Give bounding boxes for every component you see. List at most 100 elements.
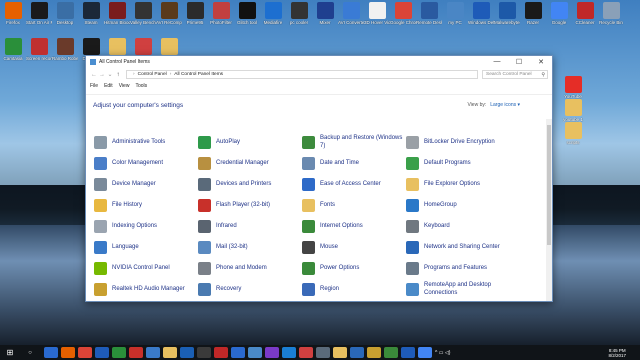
taskbar-app-icon[interactable] (129, 347, 143, 358)
taskbar-app-icon[interactable] (418, 347, 432, 358)
taskbar-app-icon[interactable] (401, 347, 415, 358)
desktop-icon[interactable]: my PC (442, 2, 468, 25)
menu-file[interactable]: File (90, 83, 98, 89)
scrollbar-thumb[interactable] (547, 125, 551, 245)
vertical-scrollbar[interactable] (546, 119, 552, 301)
search-input[interactable]: Search Control Panel ⚲ (482, 70, 548, 79)
control-panel-item[interactable]: Fonts (302, 195, 406, 216)
title-bar[interactable]: All Control Panel Items — ☐ ✕ (86, 56, 552, 68)
desktop-icon[interactable]: Prime95 (182, 2, 208, 25)
taskbar-app-icon[interactable] (333, 347, 347, 358)
desktop-icon[interactable]: YouTube (560, 76, 586, 99)
control-panel-item[interactable]: Mouse (302, 237, 406, 258)
desktop-icon[interactable]: Camtasia (0, 38, 26, 61)
control-panel-item[interactable]: Realtek HD Audio Manager (94, 279, 198, 300)
clock[interactable]: 8:45 PM 8/2/2017 (608, 348, 640, 358)
start-button[interactable]: ⊞ (0, 348, 20, 357)
control-panel-item[interactable]: Backup and Restore (Windows 7) (302, 132, 406, 153)
desktop-icon[interactable]: Desktop (52, 2, 78, 25)
taskbar-app-icon[interactable] (95, 347, 109, 358)
control-panel-item[interactable]: NVIDIA Control Panel (94, 258, 198, 279)
desktop-icon[interactable]: Steam (78, 2, 104, 25)
control-panel-item[interactable]: Device Manager (94, 174, 198, 195)
taskbar-app-icon[interactable] (350, 347, 364, 358)
taskbar-app-icon[interactable] (146, 347, 160, 358)
desktop-icon[interactable]: Remote Desktop (416, 2, 442, 25)
control-panel-item[interactable]: Default Programs (406, 153, 510, 174)
breadcrumb-control-panel[interactable]: Control Panel (138, 72, 167, 77)
taskbar-app-icon[interactable] (265, 347, 279, 358)
control-panel-item[interactable]: Devices and Printers (198, 174, 302, 195)
taskbar-app-icon[interactable] (231, 347, 245, 358)
back-arrow-icon[interactable]: ← (90, 72, 98, 78)
desktop-icon[interactable]: Google Chrome (390, 2, 416, 25)
desktop-icon[interactable]: Firefox (0, 2, 26, 25)
desktop-icon[interactable]: Screen recorder (26, 38, 52, 61)
control-panel-item[interactable]: Internet Options (302, 216, 406, 237)
minimize-button[interactable]: — (486, 58, 508, 66)
control-panel-item[interactable]: File Explorer Options (406, 174, 510, 195)
desktop-icon[interactable]: 3D Hover Video Maker (364, 2, 390, 25)
control-panel-item[interactable]: Region (302, 279, 406, 300)
control-panel-item[interactable]: BitLocker Drive Encryption (406, 132, 510, 153)
taskbar-app-icon[interactable] (61, 347, 75, 358)
control-panel-item[interactable]: Indexing Options (94, 216, 198, 237)
desktop-icon[interactable]: Malwarebytes (494, 2, 520, 25)
taskbar-app-icon[interactable] (78, 347, 92, 358)
up-arrow-icon[interactable]: ↑ (114, 72, 122, 78)
desktop-icon[interactable]: scripts (560, 122, 586, 145)
desktop-icon[interactable]: CCleaner (572, 2, 598, 25)
close-button[interactable]: ✕ (530, 58, 552, 66)
control-panel-item[interactable]: HomeGroup (406, 195, 510, 216)
taskbar-app-icon[interactable] (214, 347, 228, 358)
desktop-icon[interactable]: pc cooler (286, 2, 312, 25)
control-panel-item[interactable]: Ease of Access Center (302, 174, 406, 195)
desktop-icon[interactable]: Mediafire (260, 2, 286, 25)
desktop-icon[interactable]: AVI ReComposer (156, 2, 182, 25)
breadcrumb-all-items[interactable]: All Control Panel Items (174, 72, 223, 77)
control-panel-item[interactable]: Credential Manager (198, 153, 302, 174)
desktop-icon[interactable]: youtube 1 (560, 99, 586, 122)
control-panel-item[interactable]: Keyboard (406, 216, 510, 237)
desktop-icon[interactable]: Hitman Blood Money (104, 2, 130, 25)
recent-locations-icon[interactable]: ⌄ (106, 71, 114, 78)
desktop-icon[interactable]: Windows Defender (468, 2, 494, 25)
taskbar-app-icon[interactable] (384, 347, 398, 358)
desktop-icon[interactable]: Glitch tool (234, 2, 260, 25)
control-panel-item[interactable]: Mail (32-bit) (198, 237, 302, 258)
taskbar-app-icon[interactable] (180, 347, 194, 358)
control-panel-item[interactable]: AutoPlay (198, 132, 302, 153)
control-panel-item[interactable]: Language (94, 237, 198, 258)
control-panel-item[interactable]: Date and Time (302, 153, 406, 174)
control-panel-item[interactable]: Administrative Tools (94, 132, 198, 153)
control-panel-item[interactable]: RemoteApp and Desktop Connections (406, 279, 510, 300)
address-bar[interactable]: › Control Panel › All Control Panel Item… (126, 70, 478, 79)
control-panel-item[interactable]: Network and Sharing Center (406, 237, 510, 258)
search-button[interactable]: ○ (20, 350, 40, 356)
view-by-dropdown[interactable]: Large icons ▾ (490, 102, 520, 108)
maximize-button[interactable]: ☐ (508, 58, 530, 66)
taskbar-app-icon[interactable] (299, 347, 313, 358)
menu-tools[interactable]: Tools (135, 83, 147, 89)
menu-view[interactable]: View (119, 83, 130, 89)
desktop-icon[interactable]: Google (546, 2, 572, 25)
system-tray[interactable]: ^ ▭ ◁) (435, 350, 450, 356)
control-panel-item[interactable]: Programs and Features (406, 258, 510, 279)
desktop-icon[interactable]: Recycle Bin (598, 2, 624, 25)
control-panel-item[interactable]: Infrared (198, 216, 302, 237)
taskbar-app-icon[interactable] (112, 347, 126, 358)
desktop-icon[interactable]: PhotoFilter (208, 2, 234, 25)
control-panel-item[interactable]: Recovery (198, 279, 302, 300)
control-panel-item[interactable]: File History (94, 195, 198, 216)
taskbar-app-icon[interactable] (248, 347, 262, 358)
desktop-icon[interactable]: AVI Converter (338, 2, 364, 25)
control-panel-item[interactable]: Color Management (94, 153, 198, 174)
menu-edit[interactable]: Edit (104, 83, 113, 89)
taskbar-app-icon[interactable] (282, 347, 296, 358)
desktop-icon[interactable]: Valley Benchmark (130, 2, 156, 25)
control-panel-item[interactable]: Flash Player (32-bit) (198, 195, 302, 216)
desktop-icon[interactable]: Start On Air Mode (26, 2, 52, 25)
desktop-icon[interactable]: Mixer (312, 2, 338, 25)
forward-arrow-icon[interactable]: → (98, 72, 106, 78)
taskbar-app-icon[interactable] (163, 347, 177, 358)
